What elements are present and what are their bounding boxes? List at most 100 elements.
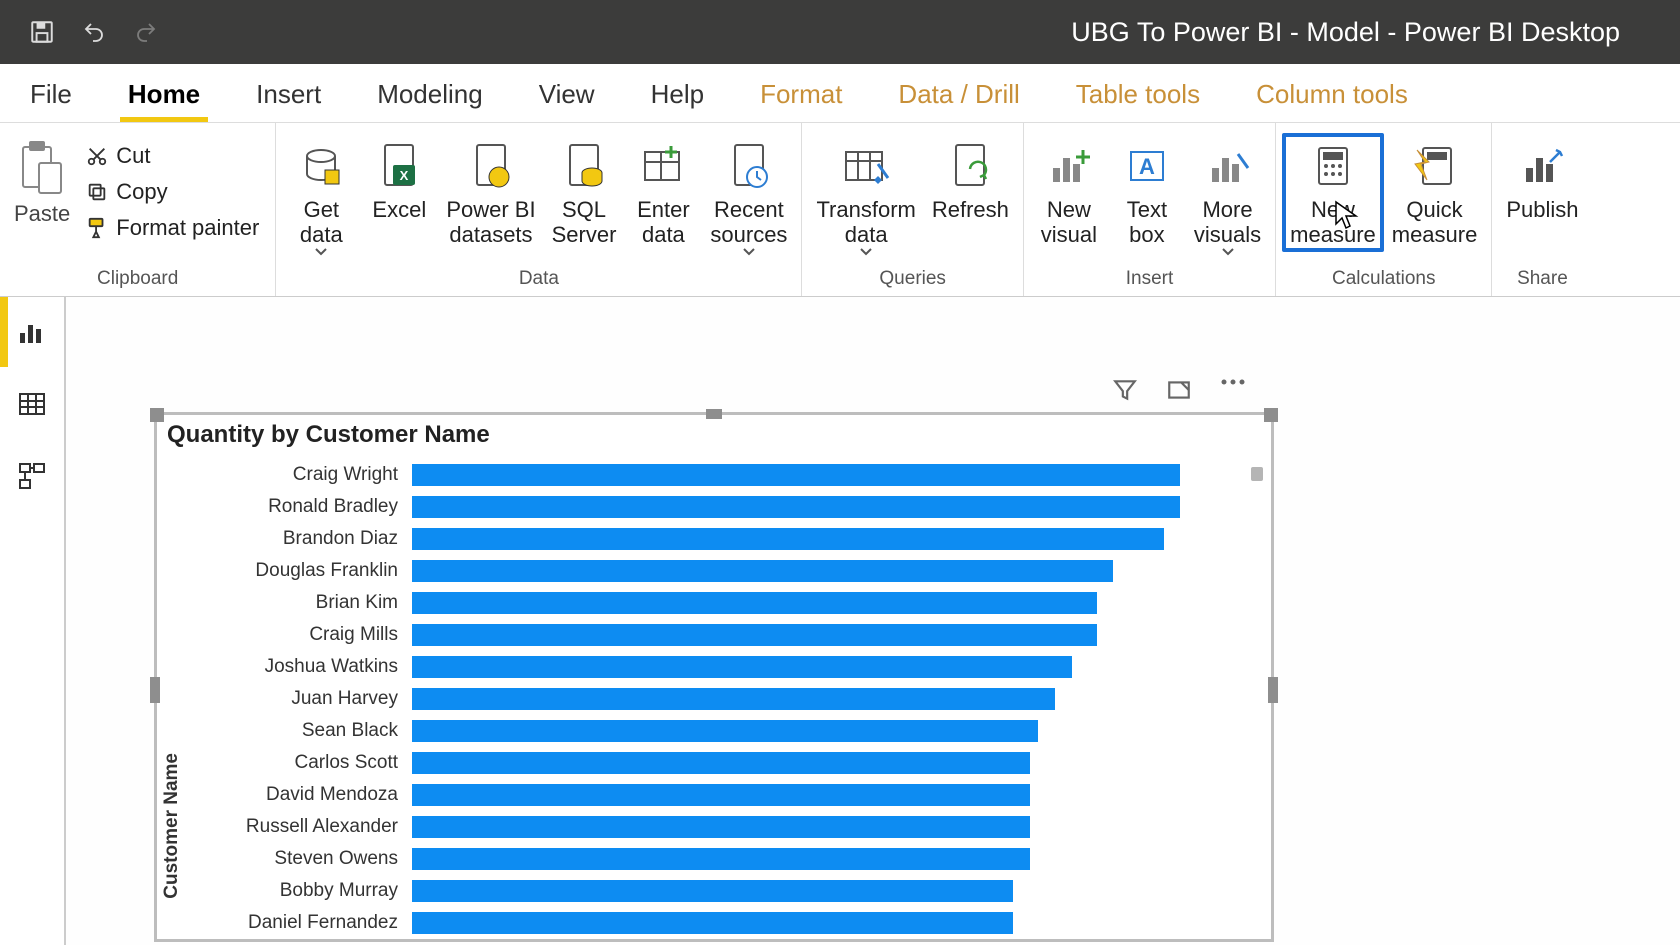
recent-sources-button[interactable]: Recent sources [702, 133, 795, 260]
tab-modeling[interactable]: Modeling [369, 69, 491, 122]
quick-measure-button[interactable]: Quick measure [1384, 133, 1486, 252]
chart-bar-row[interactable]: Daniel Fernandez [187, 907, 1247, 939]
title-bar-left [0, 18, 160, 46]
chart-bar-row[interactable]: Brian Kim [187, 587, 1247, 619]
filter-icon[interactable] [1112, 377, 1142, 407]
more-options-icon[interactable] [1220, 377, 1250, 407]
chart-bar-track [412, 880, 1247, 902]
left-navigation [0, 297, 66, 945]
sql-server-button[interactable]: SQL Server [544, 133, 625, 252]
undo-icon[interactable] [80, 18, 108, 46]
excel-button[interactable]: X Excel [360, 133, 438, 226]
chart-category-label: Sean Black [187, 720, 412, 742]
paste-button[interactable]: Paste [6, 133, 78, 227]
chart-bar-fill [412, 784, 1030, 806]
chart-bar-row[interactable]: Craig Wright [187, 459, 1247, 491]
chart-bar-row[interactable]: Sean Black [187, 715, 1247, 747]
chart-bar-track [412, 464, 1247, 486]
group-calc-label: Calculations [1332, 268, 1436, 296]
chart-bar-row[interactable]: Juan Harvey [187, 683, 1247, 715]
new-visual-button[interactable]: New visual [1030, 133, 1108, 252]
report-canvas[interactable]: Quantity by Customer Name Customer Name … [66, 297, 1680, 945]
report-view-icon[interactable] [15, 315, 49, 349]
resize-handle-top-right[interactable] [1264, 408, 1278, 422]
chart-bar-track [412, 784, 1247, 806]
chart-bar-row[interactable]: Ronald Bradley [187, 491, 1247, 523]
chart-bar-fill [412, 464, 1180, 486]
copy-button[interactable]: Copy [82, 177, 263, 207]
chart-bar-fill [412, 560, 1113, 582]
chart-bar-row[interactable]: Steven Owens [187, 843, 1247, 875]
resize-handle-top-center[interactable] [706, 409, 722, 419]
chart-bar-track [412, 688, 1247, 710]
transform-data-button[interactable]: Transform data [808, 133, 923, 260]
format-painter-label: Format painter [116, 215, 259, 241]
chart-category-label: Douglas Franklin [187, 560, 412, 582]
chevron-down-icon [315, 248, 327, 256]
chart-category-label: Steven Owens [187, 848, 412, 870]
chart-bar-track [412, 656, 1247, 678]
model-view-icon[interactable] [15, 459, 49, 493]
active-view-indicator [0, 297, 8, 367]
data-view-icon[interactable] [15, 387, 49, 421]
chart-category-label: David Mendoza [187, 784, 412, 806]
tab-file[interactable]: File [22, 69, 80, 122]
chevron-down-icon [1222, 248, 1234, 256]
group-data: Get data X Excel Power BI datasets SQL S… [276, 123, 802, 296]
chart-bar-row[interactable]: David Mendoza [187, 779, 1247, 811]
chart-bar-track [412, 560, 1247, 582]
refresh-button[interactable]: Refresh [924, 133, 1017, 226]
chart-bar-fill [412, 848, 1030, 870]
chevron-down-icon [743, 248, 755, 256]
chart-bar-track [412, 816, 1247, 838]
group-queries: Transform data Refresh Queries [802, 123, 1023, 296]
chart-category-label: Craig Wright [187, 464, 412, 486]
chart-bar-track [412, 720, 1247, 742]
tab-insert[interactable]: Insert [248, 69, 329, 122]
chart-bar-row[interactable]: Bobby Murray [187, 875, 1247, 907]
chart-bar-row[interactable]: Carlos Scott [187, 747, 1247, 779]
cut-label: Cut [116, 143, 150, 169]
svg-text:A: A [1139, 154, 1155, 179]
chart-category-label: Joshua Watkins [187, 656, 412, 678]
redo-icon[interactable] [132, 18, 160, 46]
tab-help[interactable]: Help [643, 69, 712, 122]
chart-bars-container: Craig Wright Ronald BradleyBrandon Diaz Do… [187, 459, 1271, 939]
get-data-button[interactable]: Get data [282, 133, 360, 260]
chart-bar-row[interactable]: Brandon Diaz [187, 523, 1247, 555]
text-box-button[interactable]: A Text box [1108, 133, 1186, 252]
chart-category-label: Carlos Scott [187, 752, 412, 774]
tab-data-drill[interactable]: Data / Drill [890, 69, 1027, 122]
enter-data-button[interactable]: Enter data [624, 133, 702, 252]
chart-bar-fill [412, 880, 1013, 902]
tab-column-tools[interactable]: Column tools [1248, 69, 1416, 122]
tab-home[interactable]: Home [120, 69, 208, 122]
group-data-label: Data [519, 268, 559, 296]
new-measure-button[interactable]: New measure [1282, 133, 1384, 252]
chart-bar-track [412, 496, 1247, 518]
tab-view[interactable]: View [531, 69, 603, 122]
chart-category-label: Russell Alexander [187, 816, 412, 838]
publish-button[interactable]: Publish [1498, 133, 1586, 226]
chart-title: Quantity by Customer Name [157, 415, 1271, 449]
chart-bar-fill [412, 752, 1030, 774]
chart-bar-row[interactable]: Douglas Franklin [187, 555, 1247, 587]
chart-bar-row[interactable]: Joshua Watkins [187, 651, 1247, 683]
chart-bar-fill [412, 720, 1038, 742]
pbi-datasets-button[interactable]: Power BI datasets [438, 133, 543, 252]
title-bar: UBG To Power BI - Model - Power BI Deskt… [0, 0, 1680, 64]
more-visuals-button[interactable]: More visuals [1186, 133, 1269, 260]
focus-mode-icon[interactable] [1166, 377, 1196, 407]
cut-button[interactable]: Cut [82, 141, 263, 171]
bar-chart-visual[interactable]: Quantity by Customer Name Customer Name … [154, 412, 1274, 942]
chart-category-label: Craig Mills [187, 624, 412, 646]
save-icon[interactable] [28, 18, 56, 46]
chart-bar-row[interactable]: Craig Mills [187, 619, 1247, 651]
chart-bar-fill [412, 624, 1097, 646]
tab-format[interactable]: Format [752, 69, 850, 122]
tab-table-tools[interactable]: Table tools [1068, 69, 1208, 122]
chart-bar-row[interactable]: Russell Alexander [187, 811, 1247, 843]
resize-handle-top-left[interactable] [150, 408, 164, 422]
format-painter-button[interactable]: Format painter [82, 213, 263, 243]
chart-category-label: Bobby Murray [187, 880, 412, 902]
